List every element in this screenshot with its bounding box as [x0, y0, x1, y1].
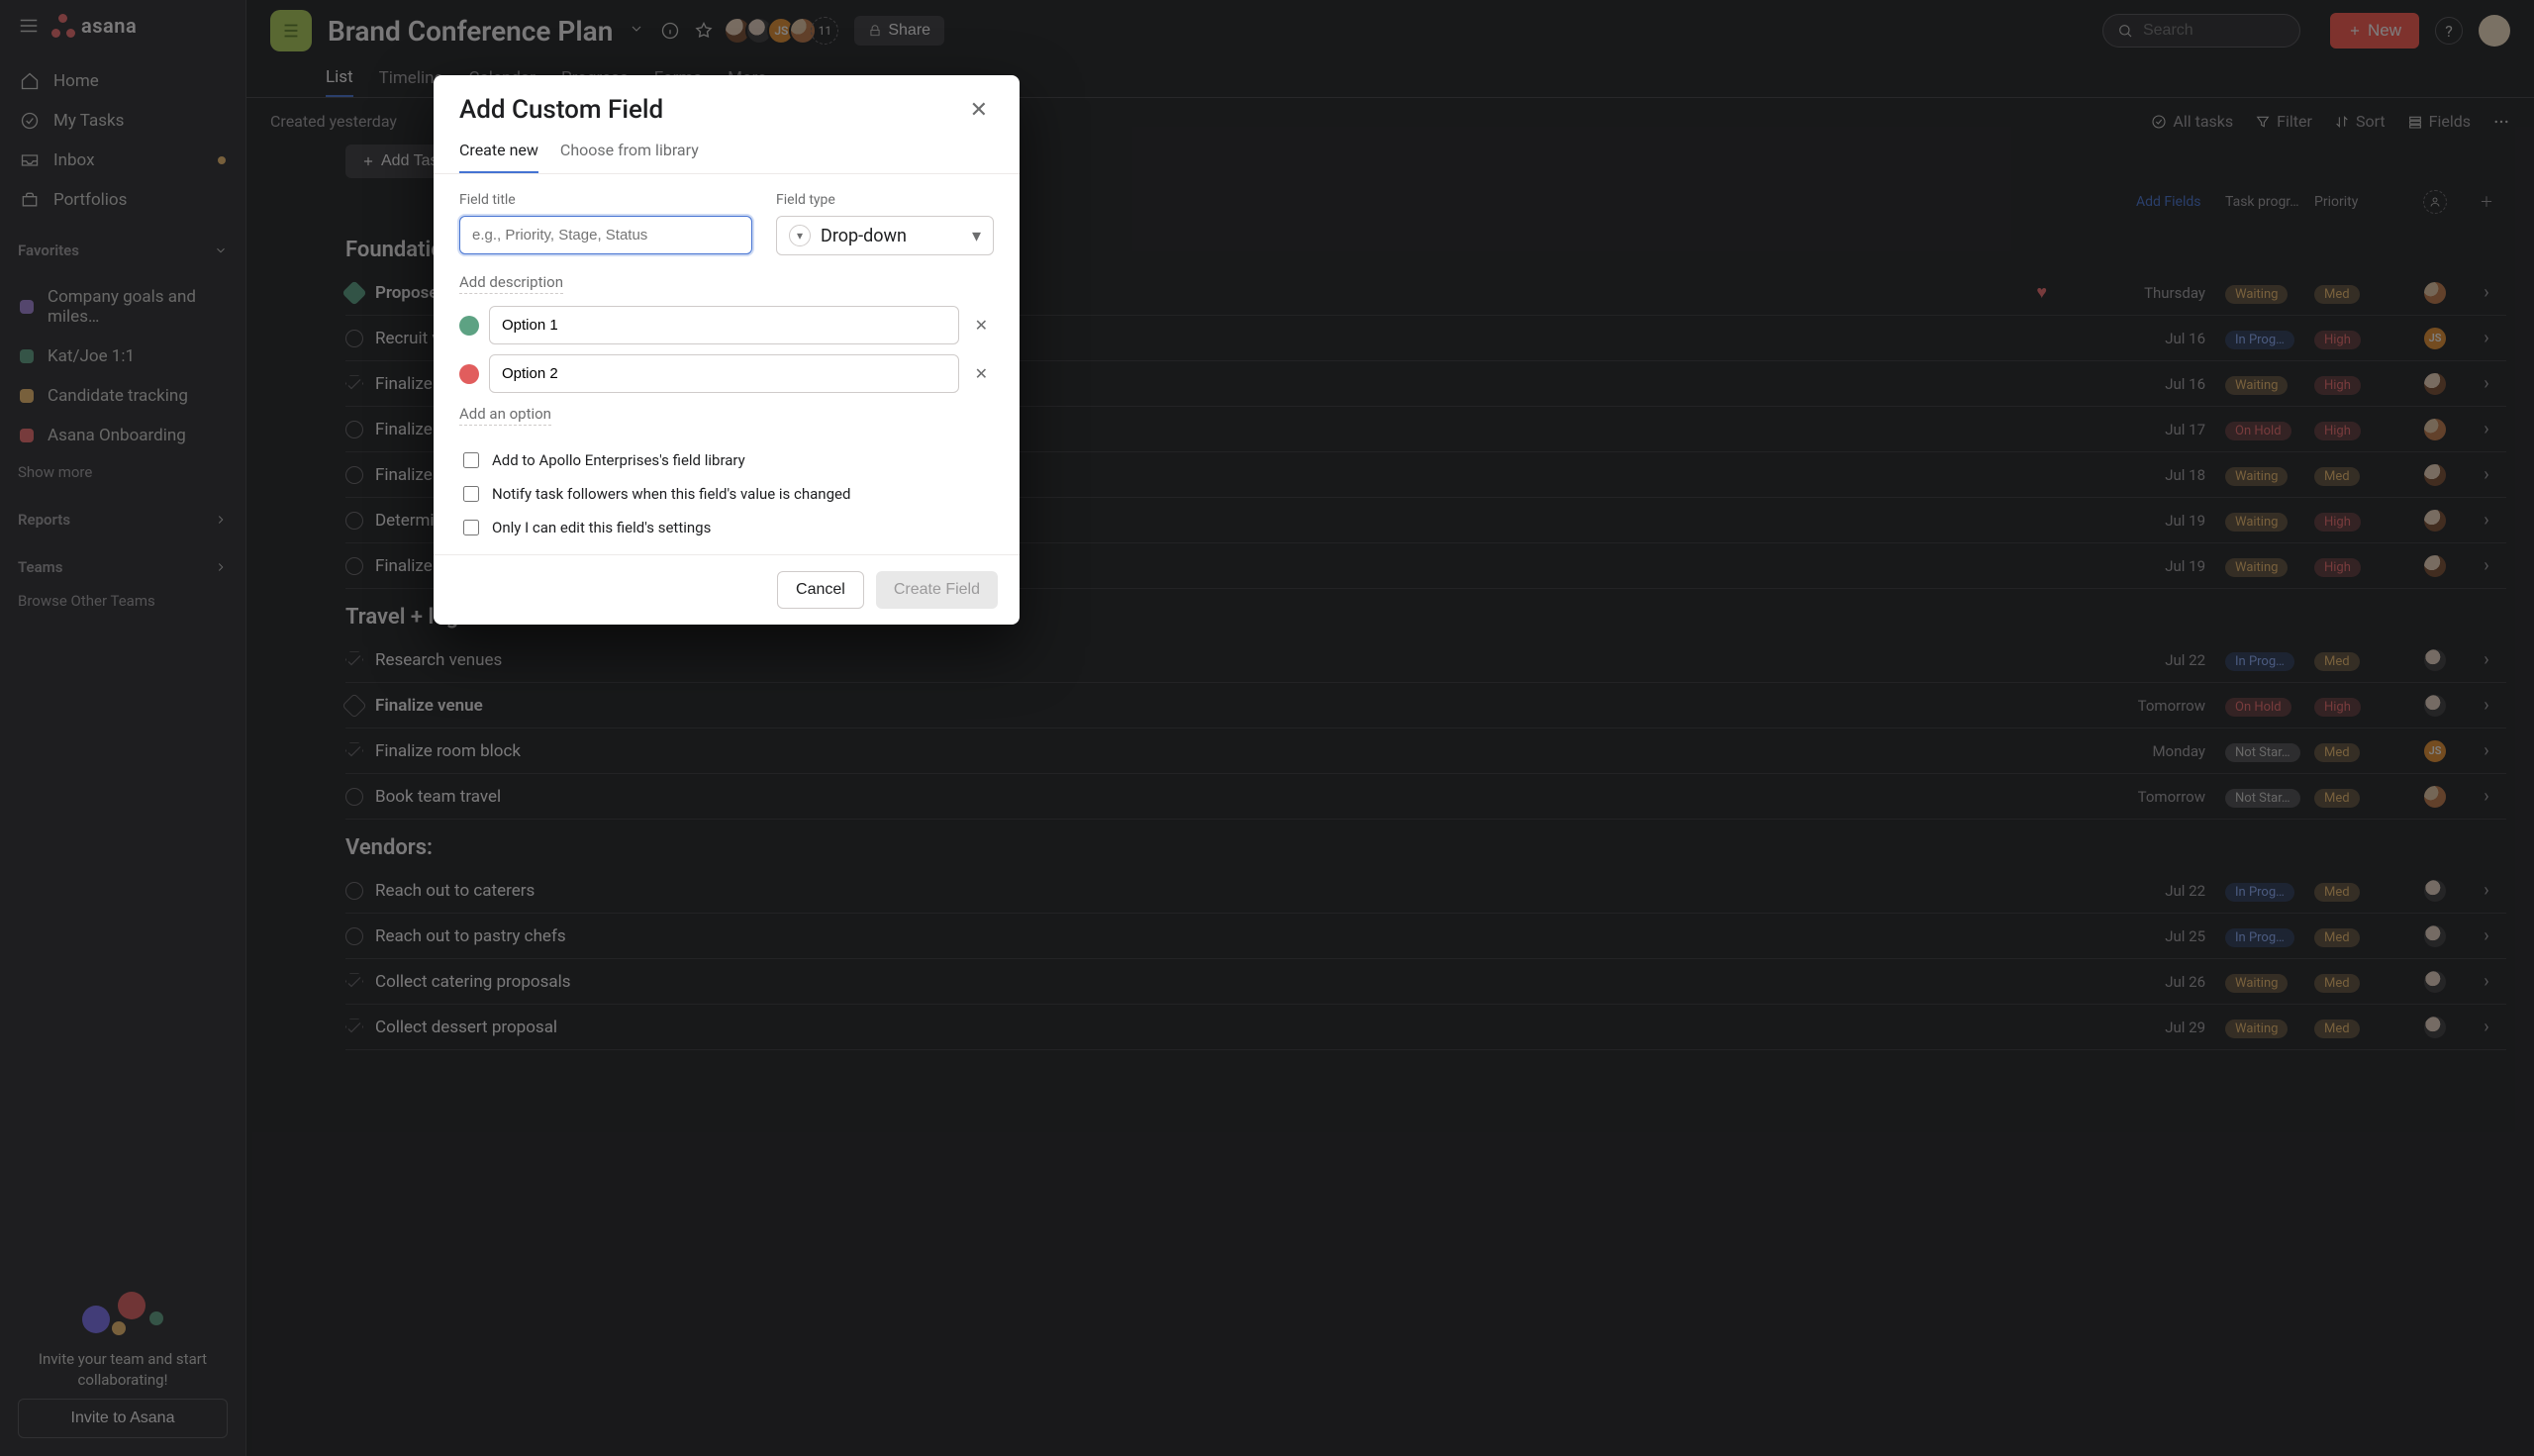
- field-type-dropdown[interactable]: ▾ Drop-down ▾: [776, 216, 994, 255]
- option-name-input[interactable]: [489, 306, 959, 344]
- modal-title: Add Custom Field: [459, 95, 663, 125]
- add-custom-field-modal: Add Custom Field ✕ Create new Choose fro…: [434, 75, 1020, 625]
- tab-create-new[interactable]: Create new: [459, 141, 538, 173]
- modal-close-button[interactable]: ✕: [964, 96, 994, 124]
- check-only-i-edit[interactable]: Only I can edit this field's settings: [459, 517, 994, 538]
- check-add-to-library[interactable]: Add to Apollo Enterprises's field librar…: [459, 449, 994, 471]
- add-description-link[interactable]: Add description: [459, 273, 563, 294]
- check-notify-label: Notify task followers when this field's …: [492, 485, 850, 503]
- option-remove-button[interactable]: ✕: [969, 315, 994, 337]
- option-name-input[interactable]: [489, 354, 959, 393]
- modal-backdrop[interactable]: [0, 0, 2534, 1456]
- dropdown-type-icon: ▾: [789, 225, 811, 246]
- field-option-row: ✕: [459, 354, 994, 393]
- check-notify-followers[interactable]: Notify task followers when this field's …: [459, 483, 994, 505]
- check-add-to-library-box[interactable]: [463, 452, 479, 468]
- field-title-label: Field title: [459, 192, 752, 208]
- tab-choose-library[interactable]: Choose from library: [560, 141, 699, 173]
- check-add-to-library-label: Add to Apollo Enterprises's field librar…: [492, 451, 745, 469]
- chevron-down-icon: ▾: [972, 226, 981, 246]
- field-option-row: ✕: [459, 306, 994, 344]
- check-notify-box[interactable]: [463, 486, 479, 502]
- add-option-link[interactable]: Add an option: [459, 405, 551, 426]
- field-type-label: Field type: [776, 192, 994, 208]
- option-remove-button[interactable]: ✕: [969, 363, 994, 385]
- field-type-value: Drop-down: [821, 226, 907, 246]
- option-color-swatch[interactable]: [459, 316, 479, 336]
- option-color-swatch[interactable]: [459, 364, 479, 384]
- field-title-input[interactable]: [459, 216, 752, 254]
- create-field-button[interactable]: Create Field: [876, 571, 998, 609]
- check-only-i-box[interactable]: [463, 520, 479, 535]
- check-only-i-label: Only I can edit this field's settings: [492, 519, 711, 536]
- cancel-button[interactable]: Cancel: [777, 571, 864, 609]
